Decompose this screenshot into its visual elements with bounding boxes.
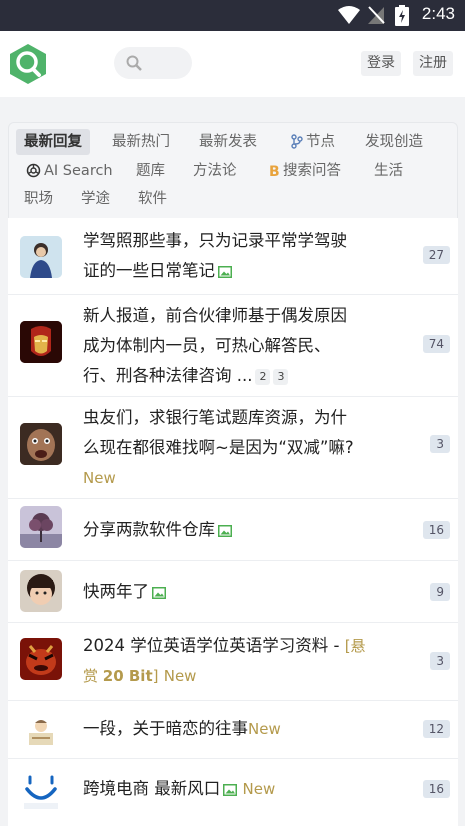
new-badge: New bbox=[242, 780, 276, 798]
topic-title-line: 快两年了 bbox=[83, 582, 149, 601]
topic-row[interactable]: 学驾照那些事，只为记录平常学驾驶 证的一些日常笔记 27 bbox=[8, 218, 458, 295]
tab-methodology[interactable]: 方法论 bbox=[193, 158, 237, 184]
tab-workplace[interactable]: 职场 bbox=[24, 186, 53, 212]
topic-row[interactable]: 2024 学位英语学位英语学习资料 - [悬 赏 20 Bit] New 3 bbox=[8, 623, 458, 701]
wifi-icon bbox=[338, 6, 360, 24]
avatar[interactable] bbox=[20, 709, 62, 751]
search-box[interactable] bbox=[114, 47, 192, 79]
topic-title-line: 行、刑各种法律咨询 ... bbox=[83, 366, 253, 385]
image-icon bbox=[218, 266, 232, 278]
topic-row[interactable]: 快两年了 9 bbox=[8, 561, 458, 623]
image-icon bbox=[152, 587, 166, 599]
new-badge: New bbox=[83, 469, 116, 487]
bounty-prefix: 赏 bbox=[83, 667, 103, 685]
avatar[interactable] bbox=[20, 769, 62, 811]
avatar[interactable] bbox=[20, 236, 62, 278]
reply-count: 3 bbox=[430, 652, 450, 670]
page-link-2[interactable]: 2 bbox=[255, 369, 271, 385]
tab-study[interactable]: 学途 bbox=[81, 186, 110, 212]
battery-charging-icon bbox=[395, 5, 409, 26]
topic-title-line: 虫友们，求银行笔试题库资源，为什 bbox=[83, 408, 347, 427]
signal-off-icon bbox=[368, 6, 385, 24]
topic-title-line: 一段，关于暗恋的往事 bbox=[83, 719, 248, 738]
reply-count: 16 bbox=[422, 521, 450, 539]
openai-icon bbox=[26, 163, 41, 178]
logo-icon[interactable] bbox=[7, 43, 49, 85]
tab-nodes-label: 节点 bbox=[306, 134, 335, 150]
topic-title[interactable]: 分享两款软件仓库 bbox=[83, 515, 383, 545]
topic-row[interactable]: 虫友们，求银行笔试题库资源，为什 么现在都很难找啊~是因为“双减”嘛? New … bbox=[8, 397, 458, 499]
reply-count: 9 bbox=[430, 583, 450, 601]
tab-ai-search[interactable]: AI Search bbox=[26, 158, 113, 184]
topic-title-line: 分享两款软件仓库 bbox=[83, 520, 215, 539]
register-button[interactable]: 注册 bbox=[413, 51, 453, 76]
clock: 2:43 bbox=[421, 4, 455, 23]
login-button[interactable]: 登录 bbox=[361, 51, 401, 76]
topic-row[interactable]: 一段，关于暗恋的往事New 12 bbox=[8, 701, 458, 759]
bounty-amount-value: 20 Bit bbox=[102, 667, 153, 685]
bounty-amount: 20 Bit bbox=[103, 667, 153, 685]
reply-count: 74 bbox=[422, 335, 450, 353]
avatar[interactable] bbox=[20, 423, 62, 465]
reply-count: 16 bbox=[422, 780, 450, 798]
tab-life[interactable]: 生活 bbox=[374, 158, 403, 184]
topic-title[interactable]: 2024 学位英语学位英语学习资料 - [悬 赏 20 Bit] New bbox=[83, 631, 383, 691]
topic-title-line: 跨境电商 最新风口 bbox=[83, 779, 221, 798]
tab-latest-posts[interactable]: 最新发表 bbox=[199, 129, 257, 155]
topic-title[interactable]: 学驾照那些事，只为记录平常学驾驶 证的一些日常笔记 bbox=[83, 226, 383, 286]
topic-title-line: 么现在都很难找啊~是因为“双减”嘛? bbox=[83, 438, 354, 457]
topic-title[interactable]: 一段，关于暗恋的往事New bbox=[83, 714, 383, 744]
image-icon bbox=[218, 525, 232, 537]
image-icon bbox=[223, 784, 238, 796]
tab-question-bank[interactable]: 题库 bbox=[136, 158, 165, 184]
svg-text:B: B bbox=[269, 164, 280, 178]
avatar[interactable] bbox=[20, 570, 62, 612]
topic-row[interactable]: 跨境电商 最新风口 New 16 bbox=[8, 759, 458, 826]
tab-ai-search-label: AI Search bbox=[44, 163, 113, 179]
topic-title-line: 2024 学位英语学位英语学习资料 - bbox=[83, 636, 345, 655]
status-bar: 2:43 bbox=[0, 0, 465, 31]
top-bar: 登录 注册 bbox=[0, 31, 465, 97]
tab-search-qa[interactable]: B 搜索问答 bbox=[268, 158, 341, 184]
topic-list: 学驾照那些事，只为记录平常学驾驶 证的一些日常笔记 27 新人报道，前合伙律师基… bbox=[8, 218, 458, 826]
tab-software[interactable]: 软件 bbox=[138, 186, 167, 212]
avatar[interactable] bbox=[20, 321, 62, 363]
search-icon bbox=[126, 55, 142, 71]
topic-title[interactable]: 跨境电商 最新风口 New bbox=[83, 774, 383, 804]
bitcoin-icon: B bbox=[269, 164, 280, 180]
topic-title-line: 新人报道，前合伙律师基于偶发原因 bbox=[83, 306, 347, 325]
topic-title-line: 学驾照那些事，只为记录平常学驾驶 bbox=[83, 231, 347, 250]
branch-icon bbox=[291, 134, 303, 149]
tab-nodes[interactable]: 节点 bbox=[291, 129, 335, 155]
tab-latest-hot[interactable]: 最新热门 bbox=[112, 129, 170, 155]
reply-count: 27 bbox=[422, 246, 450, 264]
avatar[interactable] bbox=[20, 638, 62, 680]
topic-title-line: 证的一些日常笔记 bbox=[83, 261, 215, 280]
reply-count: 3 bbox=[430, 435, 450, 453]
tab-latest-replies[interactable]: 最新回复 bbox=[16, 129, 90, 155]
tab-search-qa-label: 搜索问答 bbox=[283, 163, 341, 179]
tab-discover-create[interactable]: 发现创造 bbox=[365, 129, 423, 155]
new-badge: New bbox=[163, 667, 197, 685]
topic-title[interactable]: 虫友们，求银行笔试题库资源，为什 么现在都很难找啊~是因为“双减”嘛? New bbox=[83, 403, 383, 493]
avatar[interactable] bbox=[20, 506, 62, 548]
reply-count: 12 bbox=[422, 720, 450, 738]
new-badge: New bbox=[248, 720, 281, 738]
topic-title-line: 成为体制内一员，可热心解答民、 bbox=[83, 336, 331, 355]
page-link-3[interactable]: 3 bbox=[273, 369, 289, 385]
bounty-open: [悬 bbox=[344, 637, 366, 655]
topic-row[interactable]: 新人报道，前合伙律师基于偶发原因 成为体制内一员，可热心解答民、 行、刑各种法律… bbox=[8, 295, 458, 397]
topic-row[interactable]: 分享两款软件仓库 16 bbox=[8, 499, 458, 561]
bounty-close: ] bbox=[152, 667, 159, 685]
topic-title[interactable]: 快两年了 bbox=[83, 577, 383, 607]
topic-title[interactable]: 新人报道，前合伙律师基于偶发原因 成为体制内一员，可热心解答民、 行、刑各种法律… bbox=[83, 301, 383, 391]
category-tabs: 最新回复 最新热门 最新发表 节点 发现创造 AI Search 题库 方法论 … bbox=[8, 122, 458, 218]
